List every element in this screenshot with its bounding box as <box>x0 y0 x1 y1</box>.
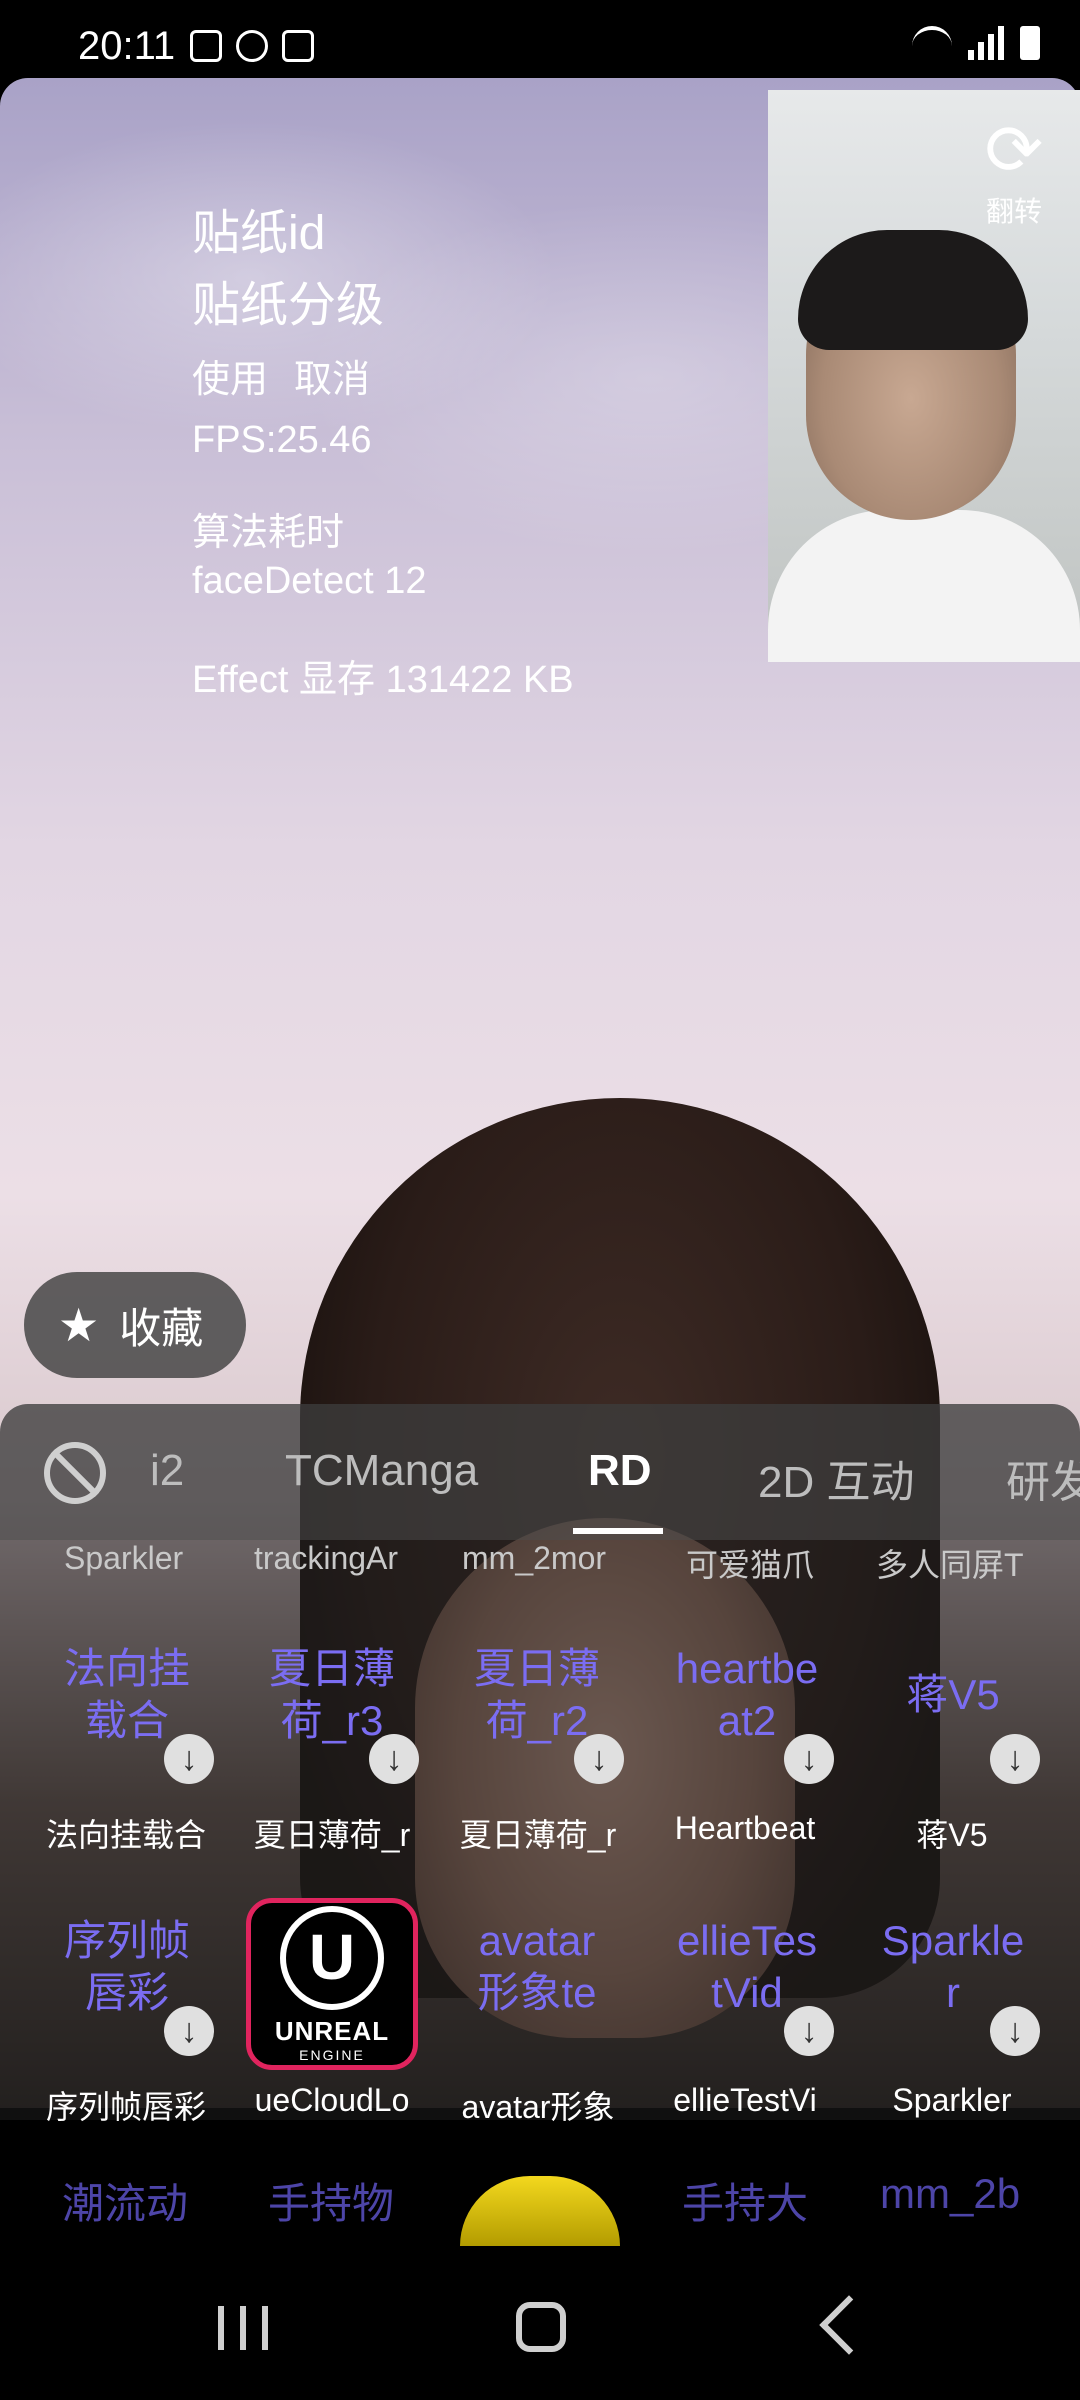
download-icon[interactable]: ↓ <box>784 1734 834 1784</box>
signal-icon <box>968 26 1004 60</box>
blocked-icon <box>236 30 268 62</box>
sticker-thumb: avatar 形象te <box>477 1917 597 2016</box>
wifi-icon <box>912 26 952 60</box>
back-icon[interactable] <box>819 2295 879 2355</box>
image-icon <box>190 30 222 62</box>
flip-camera-icon: ⟳ <box>984 111 1044 189</box>
flip-camera-label: 翻转 <box>985 196 1042 227</box>
use-button[interactable]: 使用 <box>192 348 268 403</box>
tab-tcmanga[interactable]: TCManga <box>285 1446 478 1496</box>
download-icon[interactable]: ↓ <box>164 2006 214 2056</box>
effect-memory-readout: Effect 显存 131422 KB <box>192 659 574 701</box>
sticker-grid: Sparkler trackingAr mm_2mor 可爱猫爪 多人同屏T 法… <box>0 1540 1080 2125</box>
algo-title: 算法耗时 <box>192 512 345 554</box>
sticker-name: 夏日薄荷_r <box>459 1817 617 1853</box>
status-notification-icons <box>190 30 314 62</box>
status-bar: 20:11 <box>0 0 1080 78</box>
sticker-tile[interactable]: 蒋V5 ↓ <box>858 1620 1048 1784</box>
status-system-icons <box>912 26 1040 60</box>
download-icon[interactable]: ↓ <box>990 1734 1040 1784</box>
status-time: 20:11 <box>78 24 176 68</box>
sticker-tile[interactable]: 法向挂 载合 ↓ <box>32 1620 222 1784</box>
recents-icon[interactable] <box>218 2306 268 2350</box>
unreal-logo-subtext: ENGINE <box>299 2046 365 2063</box>
sticker-thumb[interactable]: mm_2b <box>880 2170 1020 2218</box>
sticker-tile[interactable]: 夏日薄 荷_r3 ↓ <box>237 1620 427 1784</box>
download-icon[interactable]: ↓ <box>990 2006 1040 2056</box>
fps-readout: FPS:25.46 <box>192 419 372 461</box>
no-sticker-icon[interactable] <box>44 1442 106 1504</box>
face-detect-readout: faceDetect 12 <box>192 560 427 602</box>
sticker-label[interactable]: trackingAr <box>254 1540 424 1577</box>
sticker-id-label: 贴纸id <box>192 207 326 260</box>
flip-camera-button[interactable]: ⟳ 翻转 <box>966 110 1062 230</box>
sticker-tile-selected[interactable]: U UNREAL ENGINE <box>246 1898 418 2070</box>
preview-person-hair <box>798 230 1028 350</box>
sticker-label[interactable]: Sparkler <box>64 1540 234 1577</box>
sticker-thumb[interactable]: 手持物 <box>268 2170 394 2231</box>
star-icon: ★ <box>58 1299 100 1351</box>
sticker-name: Heartbeat <box>674 1810 816 1846</box>
battery-icon <box>1020 26 1040 60</box>
sticker-name: 夏日薄荷_r <box>253 1817 411 1853</box>
favorite-label: 收藏 <box>119 1304 204 1352</box>
sticker-label[interactable]: 多人同屏T <box>876 1540 1046 1586</box>
sticker-tile[interactable]: 序列帧 唇彩 ↓ <box>32 1892 222 2056</box>
sticker-thumb[interactable]: 潮流动 <box>62 2170 188 2231</box>
download-icon[interactable]: ↓ <box>574 1734 624 1784</box>
tab-i2[interactable]: i2 <box>150 1446 184 1496</box>
checkbox-icon <box>282 30 314 62</box>
debug-panel: 贴纸id 贴纸分级 使用 取消 FPS:25.46 算法耗时 faceDetec… <box>192 198 574 709</box>
sticker-name: avatar形象 <box>461 2089 615 2125</box>
home-icon[interactable] <box>516 2302 566 2352</box>
category-tab-bar: i2 TCManga RD 2D 互动 研发 <box>0 1404 1080 1540</box>
sticker-tile[interactable]: Sparkle r ↓ <box>858 1892 1048 2056</box>
sticker-tile[interactable]: avatar 形象te <box>442 1892 632 2042</box>
sticker-tile[interactable]: ellieTes tVid ↓ <box>652 1892 842 2056</box>
sticker-name: Sparkler <box>892 2082 1012 2118</box>
tab-2d-interact[interactable]: 2D 互动 <box>758 1446 914 1510</box>
preview-person-body <box>768 510 1080 662</box>
download-icon[interactable]: ↓ <box>784 2006 834 2056</box>
sticker-tile[interactable]: heartbe at2 ↓ <box>652 1620 842 1784</box>
sticker-name: 蒋V5 <box>916 1817 988 1853</box>
sticker-label[interactable]: mm_2mor <box>462 1540 632 1577</box>
sticker-tile[interactable]: 夏日薄 荷_r2 ↓ <box>442 1620 632 1784</box>
sticker-label[interactable]: 可爱猫爪 <box>686 1540 856 1586</box>
active-tab-indicator <box>573 1528 663 1534</box>
sticker-level-label: 贴纸分级 <box>192 279 385 332</box>
unreal-engine-logo-icon: U <box>280 1905 384 2010</box>
download-icon[interactable]: ↓ <box>369 1734 419 1784</box>
unreal-logo-text: UNREAL <box>274 2015 390 2046</box>
download-icon[interactable]: ↓ <box>164 1734 214 1784</box>
sticker-name: 法向挂载合 <box>45 1817 206 1853</box>
sticker-name: ueCloudLo <box>254 2082 410 2118</box>
camera-preview[interactable]: ⟳ 翻转 <box>768 90 1080 662</box>
sticker-name: ellieTestVi <box>673 2082 817 2118</box>
sticker-row-partial: Sparkler trackingAr mm_2mor 可爱猫爪 多人同屏T <box>0 1540 1080 1583</box>
cancel-button[interactable]: 取消 <box>294 348 370 403</box>
sticker-thumb[interactable]: 手持大 <box>682 2170 808 2231</box>
tab-rd[interactable]: RD <box>588 1446 652 1496</box>
tab-research[interactable]: 研发 <box>1006 1446 1080 1510</box>
favorite-button[interactable]: ★ 收藏 <box>24 1272 246 1378</box>
system-nav-bar <box>0 2250 1080 2400</box>
sticker-name: 序列帧唇彩 <box>45 2089 206 2125</box>
